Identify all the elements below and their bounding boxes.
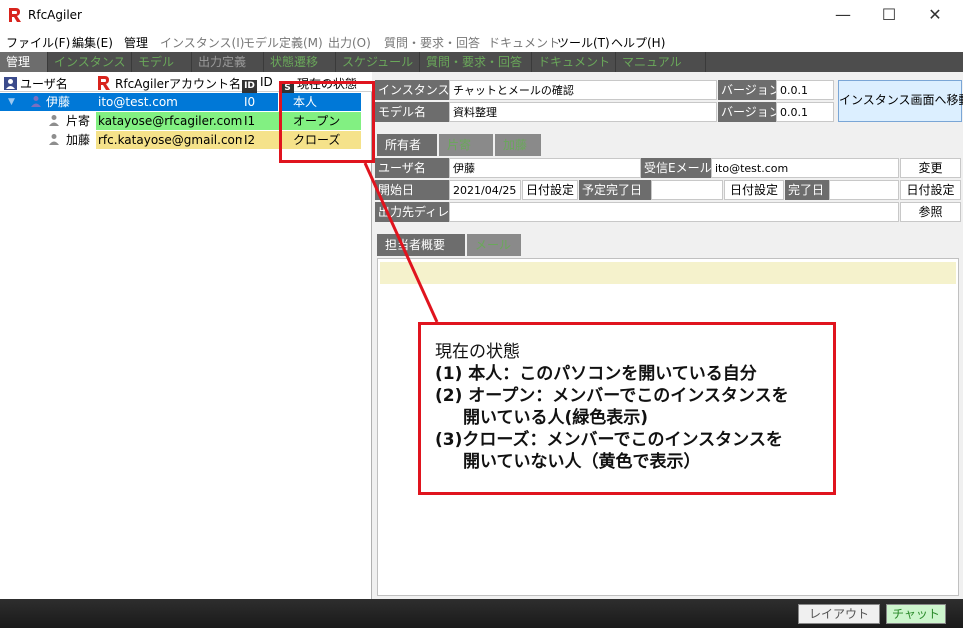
- user-name: 加藤: [66, 133, 91, 147]
- menu-help[interactable]: ヘルプ(H): [611, 34, 665, 51]
- instance-version-field[interactable]: 0.0.1: [776, 80, 834, 100]
- instance-version-label: バージョン: [718, 80, 781, 100]
- header-id[interactable]: ID ID: [242, 75, 273, 93]
- tab-document[interactable]: ドキュメント: [532, 52, 616, 72]
- close-button[interactable]: ✕: [920, 4, 950, 26]
- tab-state-transition[interactable]: 状態遷移: [264, 52, 336, 72]
- email-label: 受信Eメール: [641, 158, 712, 178]
- title-bar: RfcAgiler — ☐ ✕: [0, 0, 963, 30]
- account-name: rfc.katayose@gmail.com: [96, 131, 242, 149]
- tab-model[interactable]: モデル: [132, 52, 192, 72]
- callout-line-open: (2) オープン：メンバーでこのインスタンスを: [435, 386, 789, 406]
- model-version-label: バージョン: [718, 102, 781, 122]
- start-date-set-button[interactable]: 日付設定: [522, 180, 578, 200]
- status-column-highlight: [279, 81, 375, 163]
- menu-bar: ファイル(F) 編集(E) 管理 インスタンス(I) モデル定義(M) 出力(O…: [0, 30, 963, 52]
- detail-tab-bar: 担当者概要 メール: [377, 234, 537, 256]
- tab-kato[interactable]: 加藤: [495, 134, 541, 156]
- status-bar: レイアウト チャット: [0, 599, 963, 628]
- instance-name-label: インスタンス名: [375, 80, 462, 100]
- tab-qa[interactable]: 質問・要求・回答: [420, 52, 532, 72]
- header-account[interactable]: RfcAgilerアカウント名: [96, 75, 241, 92]
- menu-edit[interactable]: 編集(E): [72, 34, 113, 51]
- menu-output[interactable]: 出力(O): [328, 34, 371, 51]
- status-explanation-callout: 現在の状態 (1) 本人：このパソコンを開いている自分 (2) オープン：メンバ…: [418, 322, 836, 495]
- layout-button[interactable]: レイアウト: [798, 604, 880, 624]
- planned-date-field[interactable]: [651, 180, 723, 200]
- done-date-label: 完了日: [785, 180, 829, 200]
- tab-assignee-summary[interactable]: 担当者概要: [377, 234, 465, 256]
- tab-schedule[interactable]: スケジュール: [336, 52, 420, 72]
- header-account-label: RfcAgilerアカウント名: [115, 77, 241, 91]
- tab-instance[interactable]: インスタンス: [48, 52, 132, 72]
- account-name: katayose@rfcagiler.com: [96, 112, 242, 130]
- callout-title: 現在の状態: [435, 342, 520, 362]
- model-name-field[interactable]: 資料整理: [449, 102, 717, 122]
- browse-button[interactable]: 参照: [900, 202, 961, 222]
- rfcagiler-logo-icon: [9, 8, 21, 22]
- menu-file[interactable]: ファイル(F): [6, 34, 70, 51]
- user-name-field[interactable]: 伊藤: [449, 158, 641, 178]
- user-header-icon: [4, 77, 17, 90]
- rfcagiler-account-icon: [98, 76, 110, 90]
- menu-tools[interactable]: ツール(T): [557, 34, 610, 51]
- account-name: ito@test.com: [98, 95, 178, 109]
- user-name: 伊藤: [46, 95, 71, 109]
- planned-date-label: 予定完了日: [579, 180, 651, 200]
- move-to-instance-button[interactable]: インスタンス画面へ移動: [838, 80, 963, 122]
- chat-button[interactable]: チャット: [886, 604, 946, 624]
- header-user[interactable]: ユーザ名: [4, 75, 68, 92]
- done-date-set-button[interactable]: 日付設定: [900, 180, 961, 200]
- start-date-field[interactable]: 2021/04/25: [449, 180, 521, 200]
- email-field[interactable]: ito@test.com: [711, 158, 899, 178]
- maximize-button[interactable]: ☐: [874, 4, 904, 26]
- callout-line-closed-cont: 開いていない人（黄色で表示）: [463, 452, 701, 472]
- id-header-icon: ID: [242, 80, 257, 93]
- header-user-label: ユーザ名: [20, 77, 68, 91]
- tab-output-definition[interactable]: 出力定義: [192, 52, 264, 72]
- summary-highlight-row: [380, 262, 956, 284]
- menu-model[interactable]: モデル定義(M): [243, 34, 323, 51]
- user-name: 片寄: [66, 114, 91, 128]
- user-icon: [28, 93, 44, 111]
- user-icon: [46, 131, 62, 149]
- tab-manual[interactable]: マニュアル: [616, 52, 706, 72]
- tab-owner[interactable]: 所有者: [377, 134, 437, 156]
- tab-manage[interactable]: 管理: [0, 52, 48, 72]
- account-id: I0: [244, 95, 256, 109]
- account-id: I2: [242, 131, 279, 149]
- main-tab-bar: 管理 インスタンス モデル 出力定義 状態遷移 スケジュール 質問・要求・回答 …: [0, 52, 963, 72]
- callout-line-open-cont: 開いている人(緑色表示): [463, 408, 649, 428]
- window-title: RfcAgiler: [28, 8, 82, 22]
- menu-document[interactable]: ドキュメント: [488, 34, 560, 51]
- owner-tab-bar: 所有者 片寄 加藤: [377, 134, 557, 156]
- start-date-label: 開始日: [375, 180, 449, 200]
- tab-mail[interactable]: メール: [467, 234, 521, 256]
- header-id-label: ID: [260, 75, 273, 89]
- user-name-label: ユーザ名: [375, 158, 449, 178]
- callout-line-closed: (3)クローズ：メンバーでこのインスタンスを: [435, 430, 783, 450]
- account-id: I1: [242, 112, 279, 130]
- user-icon: [46, 112, 62, 130]
- menu-manage[interactable]: 管理: [124, 34, 148, 51]
- change-button[interactable]: 変更: [900, 158, 961, 178]
- model-version-field[interactable]: 0.0.1: [776, 102, 834, 122]
- output-dir-label: 出力先ディレ: [375, 202, 449, 222]
- tab-katayose[interactable]: 片寄: [439, 134, 493, 156]
- instance-name-field[interactable]: チャットとメールの確認: [449, 80, 717, 100]
- done-date-field[interactable]: [829, 180, 899, 200]
- planned-date-set-button[interactable]: 日付設定: [724, 180, 784, 200]
- minimize-button[interactable]: —: [828, 4, 858, 26]
- menu-instance[interactable]: インスタンス(I): [160, 34, 244, 51]
- expand-chevron-icon[interactable]: ▼: [6, 93, 15, 111]
- menu-qa[interactable]: 質問・要求・回答: [384, 34, 480, 51]
- model-name-label: モデル名: [375, 102, 449, 122]
- callout-line-self: (1) 本人：このパソコンを開いている自分: [435, 364, 757, 384]
- output-dir-field[interactable]: [449, 202, 899, 222]
